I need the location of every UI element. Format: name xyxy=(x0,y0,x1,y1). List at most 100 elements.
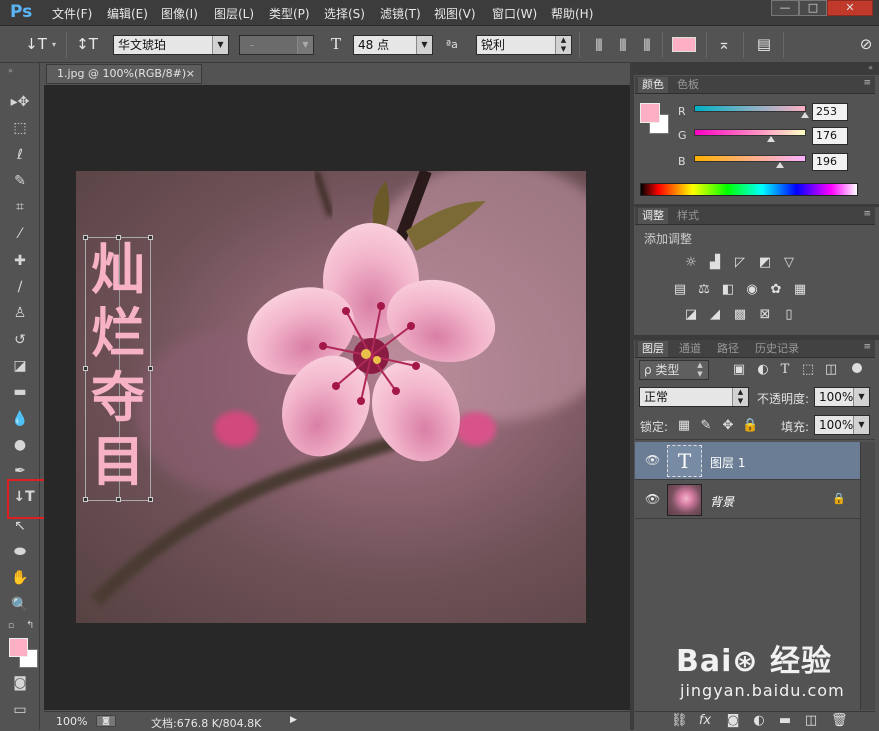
menu-filter[interactable]: 滤镜(T) xyxy=(380,5,421,22)
layer-row-text[interactable]: 👁 T 图层 1 xyxy=(635,442,860,480)
blue-slider[interactable] xyxy=(694,155,806,162)
lasso-tool-icon[interactable]: ℓ xyxy=(8,144,32,166)
layer-style-icon[interactable]: fx xyxy=(697,713,713,729)
red-slider[interactable] xyxy=(694,105,806,112)
move-tool-icon[interactable]: ▸✥ xyxy=(8,91,32,113)
collapse-panels-icon[interactable]: « xyxy=(868,63,873,72)
tab-channels[interactable]: 通道 xyxy=(675,341,705,357)
quick-mask-icon[interactable]: ◙ xyxy=(8,672,32,694)
hand-tool-icon[interactable]: ✋ xyxy=(8,567,32,589)
visibility-eye-icon[interactable]: 👁 xyxy=(645,492,660,506)
menu-edit[interactable]: 编辑(E) xyxy=(107,5,148,22)
panel-menu-icon[interactable]: ≡ xyxy=(863,78,871,88)
collapse-toolbox-icon[interactable]: » xyxy=(8,66,13,75)
zoom-level[interactable]: 100% xyxy=(56,715,87,728)
filter-type-icon[interactable]: T xyxy=(777,362,793,378)
gradient-map-icon[interactable]: ▯ xyxy=(781,307,797,323)
transform-handle[interactable] xyxy=(148,366,153,371)
invert-icon[interactable]: ◪ xyxy=(683,307,699,323)
lock-position-icon[interactable]: ✥ xyxy=(720,418,736,434)
blue-value-input[interactable]: 196 xyxy=(812,153,848,171)
eraser-tool-icon[interactable]: ◪ xyxy=(8,355,32,377)
panel-menu-icon[interactable]: ≡ xyxy=(863,342,871,352)
filter-adjustment-icon[interactable]: ◐ xyxy=(755,362,771,378)
color-spectrum-bar[interactable] xyxy=(640,183,858,196)
green-value-input[interactable]: 176 xyxy=(812,127,848,145)
green-slider[interactable] xyxy=(694,129,806,136)
red-value-input[interactable]: 253 xyxy=(812,103,848,121)
menu-image[interactable]: 图像(I) xyxy=(161,5,198,22)
red-slider-thumb[interactable] xyxy=(801,112,810,118)
levels-icon[interactable]: ▟ xyxy=(707,255,723,271)
menu-type[interactable]: 类型(P) xyxy=(269,5,310,22)
tab-adjustments[interactable]: 调整 xyxy=(638,208,668,224)
tab-history[interactable]: 历史记录 xyxy=(751,341,803,357)
posterize-icon[interactable]: ◢ xyxy=(707,307,723,323)
new-adjustment-icon[interactable]: ◐ xyxy=(751,713,767,729)
blend-mode-select[interactable]: 正常 ▲ ▼ xyxy=(639,387,749,407)
dodge-tool-icon[interactable]: ● xyxy=(8,434,32,456)
tab-color[interactable]: 颜色 xyxy=(638,77,668,93)
transform-handle[interactable] xyxy=(83,497,88,502)
exposure-icon[interactable]: ◩ xyxy=(757,255,773,271)
blur-tool-icon[interactable]: 💧 xyxy=(8,408,32,430)
zoom-tool-icon[interactable]: 🔍 xyxy=(8,594,32,616)
channel-mixer-icon[interactable]: ✿ xyxy=(768,282,784,298)
status-menu-arrow-icon[interactable]: ▶ xyxy=(290,715,297,725)
opacity-input[interactable]: 100% ▼ xyxy=(814,387,870,407)
add-mask-icon[interactable]: ◙ xyxy=(725,713,741,729)
filter-smart-object-icon[interactable]: ◫ xyxy=(823,362,839,378)
link-layers-icon[interactable]: ⛓ xyxy=(671,713,688,729)
preset-chevron-icon[interactable]: ▾ xyxy=(52,40,56,49)
screen-mode-icon[interactable]: ▭ xyxy=(8,699,32,721)
vertical-text-layer[interactable]: 灿 烂 夺 目 xyxy=(88,238,148,494)
toggle-orientation-icon[interactable]: ↕T xyxy=(75,34,99,54)
document-tab[interactable]: 1.jpg @ 100%(RGB/8#) × xyxy=(46,64,202,84)
close-tab-icon[interactable]: × xyxy=(186,65,195,83)
menu-help[interactable]: 帮助(H) xyxy=(551,5,593,22)
swap-colors-icon[interactable]: ↰ xyxy=(26,620,34,631)
filter-pixel-icon[interactable]: ▣ xyxy=(731,362,747,378)
cancel-icon[interactable]: ⊘ xyxy=(856,34,876,54)
vibrance-icon[interactable]: ▽ xyxy=(781,255,797,271)
text-color-swatch[interactable] xyxy=(672,37,696,52)
filter-toggle-icon[interactable] xyxy=(852,363,862,373)
transform-handle[interactable] xyxy=(148,235,153,240)
blue-slider-thumb[interactable] xyxy=(776,162,785,168)
vertical-type-tool-icon[interactable]: ↓T xyxy=(10,486,38,508)
layer-filter-select[interactable]: ρ 类型 ▲ ▼ xyxy=(639,360,709,380)
green-slider-thumb[interactable] xyxy=(767,136,776,142)
threshold-icon[interactable]: ▩ xyxy=(732,307,748,323)
path-select-tool-icon[interactable]: ↖ xyxy=(8,515,32,537)
color-panel-foreground-swatch[interactable] xyxy=(640,103,660,123)
healing-brush-tool-icon[interactable]: ✚ xyxy=(8,250,32,272)
lock-all-icon[interactable]: 🔒 xyxy=(742,418,758,434)
gradient-tool-icon[interactable]: ▬ xyxy=(8,381,32,403)
ellipse-tool-icon[interactable]: ⬬ xyxy=(8,541,32,563)
selective-color-icon[interactable]: ⊠ xyxy=(757,307,773,323)
align-center-icon[interactable]: ||| xyxy=(613,34,631,54)
new-layer-icon[interactable]: ◫ xyxy=(803,713,819,729)
font-family-select[interactable]: 华文琥珀 ▼ xyxy=(113,35,229,55)
transform-handle[interactable] xyxy=(148,497,153,502)
maximize-button[interactable]: □ xyxy=(799,0,827,16)
delete-layer-icon[interactable]: 🗑 xyxy=(831,713,848,729)
font-style-select[interactable]: - ▼ xyxy=(239,35,314,55)
lock-image-icon[interactable]: ✎ xyxy=(698,418,714,434)
minimize-button[interactable]: — xyxy=(771,0,799,16)
crop-tool-icon[interactable]: ⌗ xyxy=(8,196,32,218)
marquee-tool-icon[interactable]: ⬚ xyxy=(8,117,32,139)
font-size-select[interactable]: 48 点 ▼ xyxy=(353,35,433,55)
layer-name[interactable]: 图层 1 xyxy=(710,454,745,471)
tab-layers[interactable]: 图层 xyxy=(638,341,668,357)
default-colors-icon[interactable]: ▫ xyxy=(8,621,14,631)
foreground-color-swatch[interactable] xyxy=(9,638,28,657)
lock-transparent-icon[interactable]: ▦ xyxy=(676,418,692,434)
align-bottom-icon[interactable]: ||| xyxy=(637,34,655,54)
layer-name[interactable]: 背景 xyxy=(710,493,734,510)
history-brush-tool-icon[interactable]: ↺ xyxy=(8,329,32,351)
brightness-icon[interactable]: ☼ xyxy=(683,255,699,271)
menu-select[interactable]: 选择(S) xyxy=(324,5,365,22)
menu-file[interactable]: 文件(F) xyxy=(52,5,92,22)
vertical-type-preset-icon[interactable]: ↓T xyxy=(24,34,48,54)
